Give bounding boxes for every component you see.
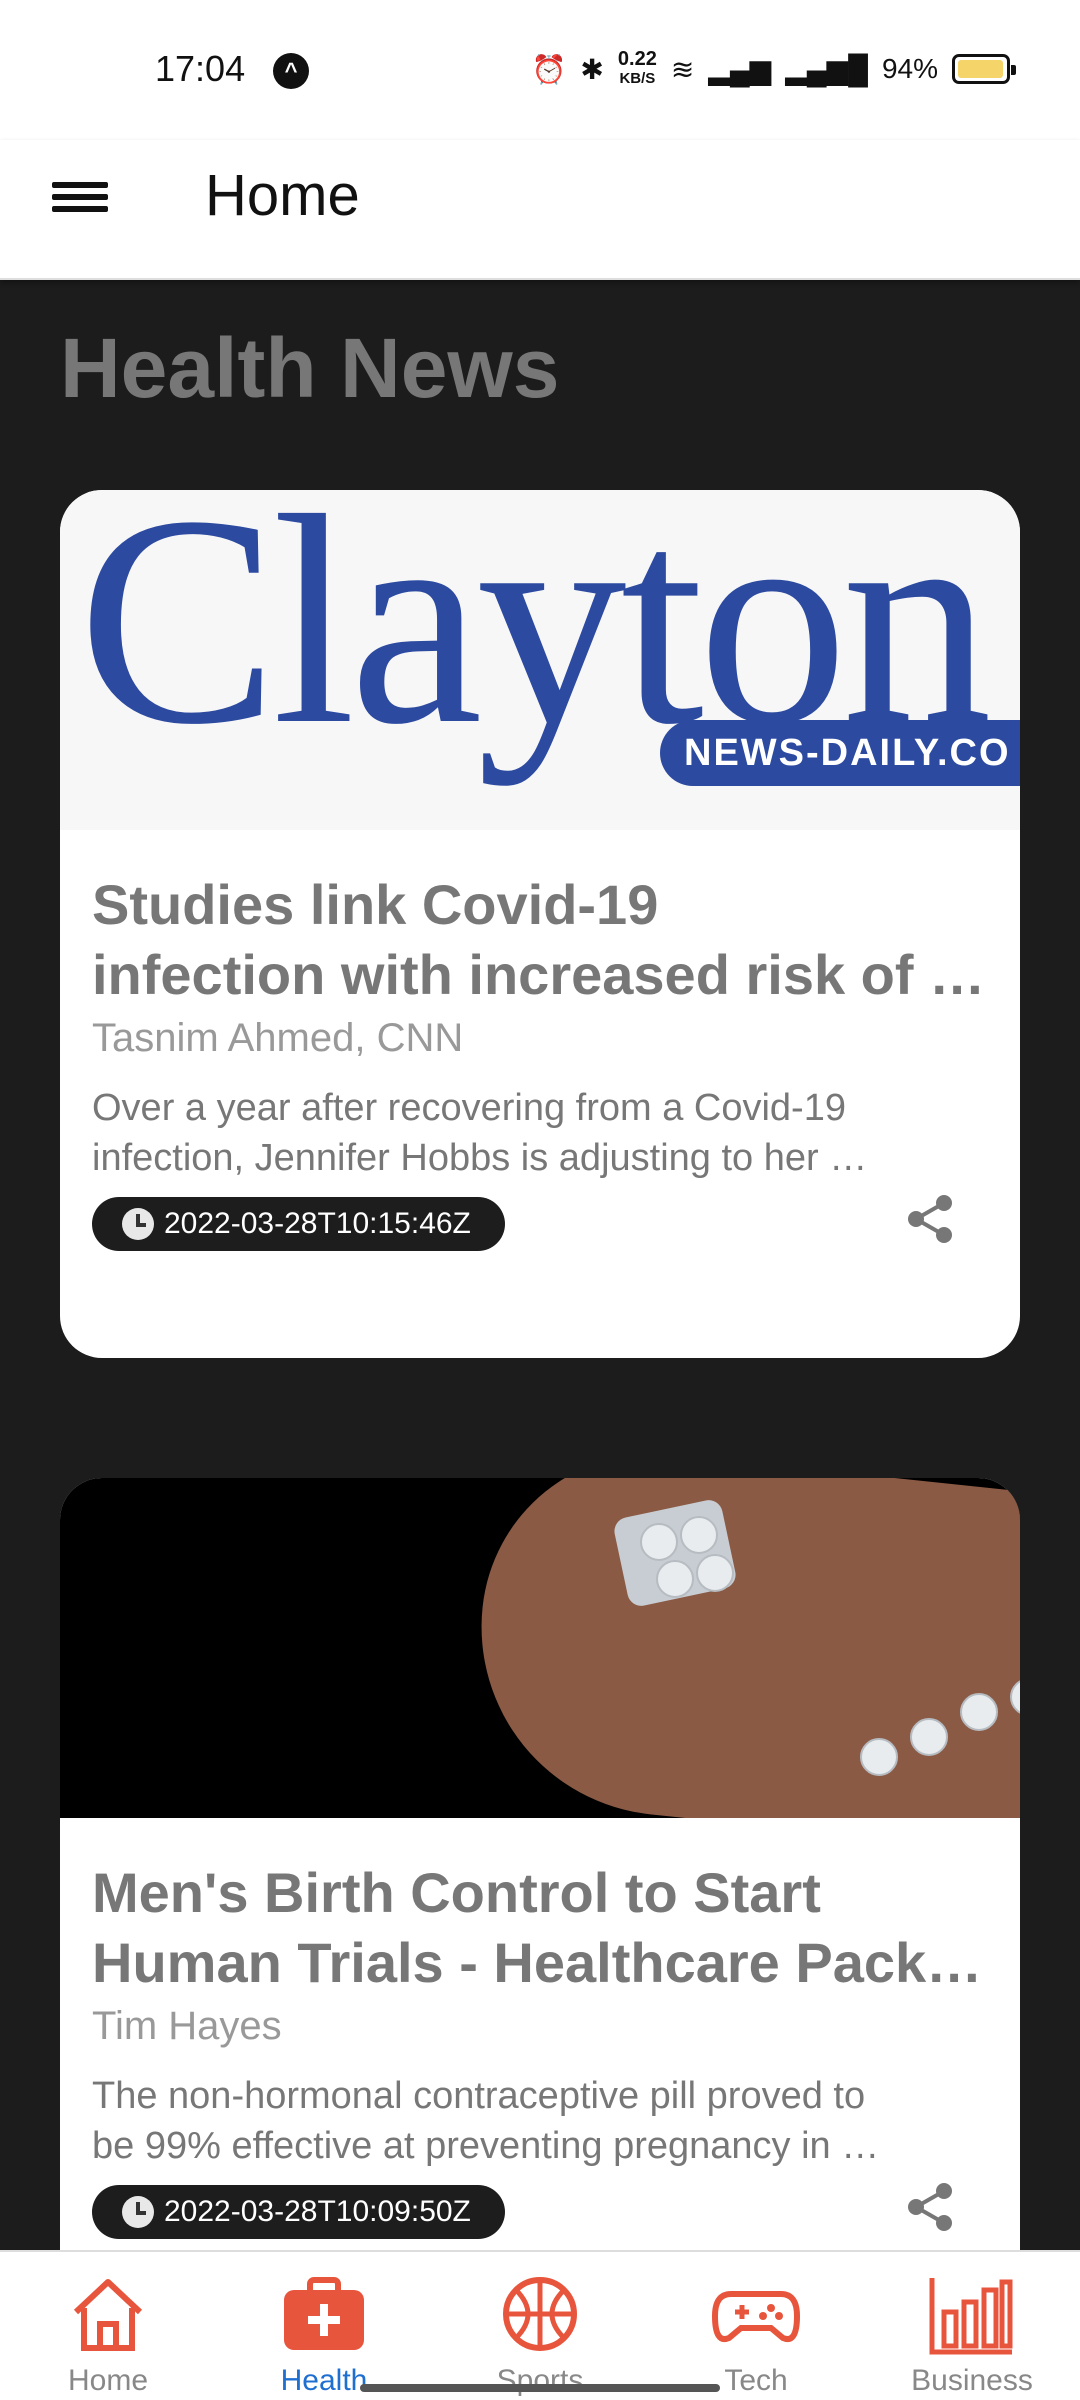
headline-line: Studies link Covid-19: [92, 873, 659, 936]
nav-label: Tech: [724, 2364, 788, 2397]
basketball-icon: [503, 2277, 577, 2351]
share-icon[interactable]: [902, 1191, 958, 1247]
date-chip: 2022-03-28T10:09:50Z: [92, 2185, 505, 2239]
clock-icon: [122, 1208, 154, 1240]
description-line: be 99% effective at preventing pregnancy…: [92, 2125, 880, 2167]
signal-icon-2: ▂▄▆█: [785, 53, 868, 85]
alarm-icon: ⏰: [531, 53, 567, 85]
article-image: [60, 1478, 1020, 1818]
description-line: infection, Jennifer Hobbs is adjusting t…: [92, 1137, 868, 1179]
battery-icon: [952, 54, 1016, 84]
nav-label: Health: [280, 2364, 368, 2397]
nav-item-business[interactable]: Business: [864, 2252, 1080, 2400]
article-headline[interactable]: Men's Birth Control to Start Human Trial…: [92, 1858, 988, 1998]
article-description: Over a year after recovering from a Covi…: [92, 1083, 988, 1183]
nav-label: Sports: [496, 2364, 584, 2397]
news-card[interactable]: Clayton NEWS-DAILY.CO Studies link Covid…: [60, 490, 1020, 1358]
notification-app-icon: ^: [273, 53, 309, 89]
nav-item-home[interactable]: Home: [0, 2252, 216, 2400]
bluetooth-icon: ✱: [580, 53, 604, 85]
article-image: Clayton NEWS-DAILY.CO: [60, 490, 1020, 830]
page-title: Home: [205, 163, 360, 228]
gamepad-icon: [711, 2291, 801, 2342]
image-logo-subtext: NEWS-DAILY.CO: [660, 720, 1020, 786]
status-time: 17:04: [155, 48, 246, 89]
bottom-nav: Home Health Sports Tech Business: [0, 2250, 1080, 2400]
health-icon: [284, 2277, 364, 2350]
app-bar: Home: [0, 140, 1080, 280]
news-card[interactable]: Men's Birth Control to Start Human Trial…: [60, 1478, 1020, 2378]
article-date: 2022-03-28T10:09:50Z: [164, 2195, 471, 2228]
section-title: Health News: [60, 321, 560, 415]
speed-value: 0.22: [617, 48, 657, 70]
headline-line: infection with increased risk of n…: [92, 943, 988, 1006]
status-bar: 17:04 ^ ⏰ ✱ 0.22 KB/S ≋ ▂▄▆ ▂▄▆█ 94%: [0, 0, 1080, 140]
article-author: Tasnim Ahmed, CNN: [92, 1016, 464, 1060]
description-line: Over a year after recovering from a Covi…: [92, 1087, 846, 1129]
home-icon: [73, 2279, 143, 2351]
network-speed: 0.22 KB/S: [617, 48, 657, 88]
bar-chart-icon: [929, 2278, 1013, 2355]
clock-icon: [122, 2196, 154, 2228]
status-icons: ⏰ ✱ 0.22 KB/S ≋ ▂▄▆ ▂▄▆█ 94%: [531, 48, 1016, 88]
battery-percent: 94%: [881, 53, 938, 84]
speed-unit: KB/S: [619, 70, 656, 87]
nav-item-sports[interactable]: Sports: [432, 2252, 648, 2400]
article-date: 2022-03-28T10:15:46Z: [164, 1207, 471, 1240]
date-chip: 2022-03-28T10:15:46Z: [92, 1197, 505, 1251]
signal-icon: ▂▄▆: [708, 53, 772, 85]
description-line: The non-hormonal contraceptive pill prov…: [92, 2075, 866, 2117]
article-headline[interactable]: Studies link Covid-19 infection with inc…: [92, 870, 988, 1010]
nav-label: Business: [911, 2364, 1033, 2397]
share-icon[interactable]: [902, 2179, 958, 2235]
headline-line: Human Trials - Healthcare Packa…: [92, 1931, 988, 1994]
hamburger-menu-icon[interactable]: [52, 176, 108, 232]
headline-line: Men's Birth Control to Start: [92, 1861, 821, 1924]
wifi-icon: ≋: [670, 53, 695, 85]
nav-label: Home: [67, 2364, 149, 2397]
nav-item-health[interactable]: Health: [216, 2252, 432, 2400]
nav-item-tech[interactable]: Tech: [648, 2252, 864, 2400]
gesture-bar[interactable]: [360, 2384, 720, 2392]
article-description: The non-hormonal contraceptive pill prov…: [92, 2071, 988, 2171]
article-author: Tim Hayes: [92, 2004, 282, 2048]
